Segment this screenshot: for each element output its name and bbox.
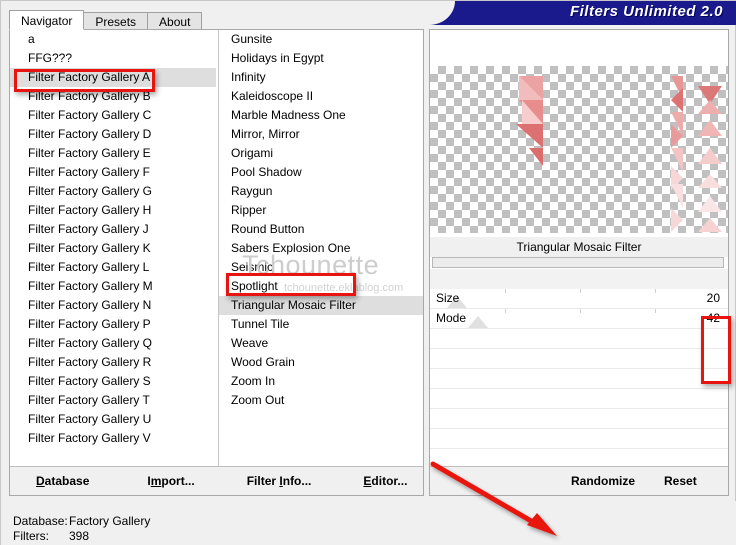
slider-row-mode[interactable]: Mode 42	[430, 309, 728, 329]
list-item[interactable]: Holidays in Egypt	[219, 49, 423, 68]
import-button[interactable]: Import...	[147, 474, 194, 488]
list-item[interactable]: Filter Factory Gallery F	[10, 163, 216, 182]
list-item[interactable]: Filter Factory Gallery T	[10, 391, 216, 410]
tab-navigator[interactable]: Navigator	[9, 10, 85, 30]
list-item[interactable]: Filter Factory Gallery N	[10, 296, 216, 315]
list-item[interactable]: Filter Factory Gallery K	[10, 239, 216, 258]
list-item[interactable]: Wood Grain	[219, 353, 423, 372]
list-item[interactable]: Filter Factory Gallery G	[10, 182, 216, 201]
list-item[interactable]: Mirror, Mirror	[219, 125, 423, 144]
app-title: Filters Unlimited 2.0	[569, 3, 723, 20]
category-list[interactable]: a FFG??? Filter Factory Gallery A Filter…	[10, 30, 216, 467]
navigator-action-row: Database Import... Filter Info... Editor…	[10, 466, 423, 495]
list-item[interactable]: Filter Factory Gallery P	[10, 315, 216, 334]
list-item[interactable]: Filter Factory Gallery B	[10, 87, 216, 106]
slider-value-size: 20	[706, 291, 720, 305]
slider-tick	[580, 289, 581, 293]
list-item[interactable]: Filter Factory Gallery V	[10, 429, 216, 448]
list-item[interactable]: Zoom In	[219, 372, 423, 391]
database-status-label: Database:	[13, 514, 68, 528]
filter-settings-panel: Triangular Mosaic Filter Size 20 Mode 42	[429, 29, 729, 496]
list-item[interactable]: Spotlight	[219, 277, 423, 296]
list-item-selected-category[interactable]: Filter Factory Gallery A	[10, 68, 216, 87]
slider-row-empty[interactable]	[430, 409, 728, 429]
list-item[interactable]: Ripper	[219, 201, 423, 220]
database-button[interactable]: Database	[36, 474, 89, 488]
list-item-selected-filter[interactable]: Triangular Mosaic Filter	[219, 296, 423, 315]
filter-preview[interactable]	[430, 66, 728, 233]
filter-info-button[interactable]: Filter Info...	[247, 474, 312, 488]
navigator-panel: a FFG??? Filter Factory Gallery A Filter…	[9, 29, 424, 496]
slider-row-empty[interactable]	[430, 349, 728, 369]
list-item[interactable]: Seismic	[219, 258, 423, 277]
list-item[interactable]: Filter Factory Gallery S	[10, 372, 216, 391]
list-item[interactable]: Filter Factory Gallery C	[10, 106, 216, 125]
tab-about[interactable]: About	[147, 12, 203, 30]
list-item[interactable]: FFG???	[10, 49, 216, 68]
list-item[interactable]: Infinity	[219, 68, 423, 87]
list-item[interactable]: Pool Shadow	[219, 163, 423, 182]
slider-tick	[655, 289, 656, 293]
slider-label-size: Size	[436, 291, 460, 305]
title-banner: Filters Unlimited 2.0	[429, 1, 736, 25]
slider-row-empty[interactable]	[430, 329, 728, 349]
list-item[interactable]: Filter Factory Gallery H	[10, 201, 216, 220]
list-item[interactable]: Filter Factory Gallery Q	[10, 334, 216, 353]
filter-list[interactable]: Gunsite Holidays in Egypt Infinity Kalei…	[218, 30, 423, 467]
slider-tick	[655, 309, 656, 313]
slider-label-mode: Mode	[436, 311, 467, 325]
list-item[interactable]: a	[10, 30, 216, 49]
reset-button[interactable]: Reset	[664, 474, 697, 488]
filter-action-row: Randomize Reset	[430, 466, 728, 495]
list-item[interactable]: Filter Factory Gallery L	[10, 258, 216, 277]
randomize-button[interactable]: Randomize	[571, 474, 635, 488]
list-item[interactable]: Filter Factory Gallery M	[10, 277, 216, 296]
list-item[interactable]: Filter Factory Gallery R	[10, 353, 216, 372]
slider-tick	[505, 289, 506, 293]
list-item[interactable]: Origami	[219, 144, 423, 163]
list-item[interactable]: Gunsite	[219, 30, 423, 49]
list-item[interactable]: Filter Factory Gallery E	[10, 144, 216, 163]
list-item[interactable]: Filter Factory Gallery J	[10, 220, 216, 239]
settings-spacer	[430, 269, 728, 289]
list-item[interactable]: Round Button	[219, 220, 423, 239]
list-item[interactable]: Sabers Explosion One	[219, 239, 423, 258]
list-item[interactable]: Tunnel Tile	[219, 315, 423, 334]
slider-tick	[580, 309, 581, 313]
list-item[interactable]: Filter Factory Gallery U	[10, 410, 216, 429]
slider-value-mode: 42	[706, 311, 720, 325]
slider-thumb-mode[interactable]	[468, 316, 488, 328]
editor-button[interactable]: Editor...	[363, 474, 407, 488]
slider-row-size[interactable]: Size 20	[430, 289, 728, 309]
status-footer: Database: Factory Gallery Filters: 398 A…	[1, 501, 736, 545]
slider-row-empty[interactable]	[430, 429, 728, 449]
filters-count-label: Filters:	[13, 529, 49, 543]
tab-presets[interactable]: Presets	[83, 12, 149, 30]
list-item[interactable]: Zoom Out	[219, 391, 423, 410]
filter-name-label: Triangular Mosaic Filter	[430, 237, 728, 257]
slider-row-empty[interactable]	[430, 369, 728, 389]
filters-unlimited-window: Filters Unlimited 2.0 Navigator Presets …	[0, 0, 736, 545]
list-item[interactable]: Raygun	[219, 182, 423, 201]
list-item[interactable]: Kaleidoscope II	[219, 87, 423, 106]
list-item[interactable]: Marble Madness One	[219, 106, 423, 125]
slider-row-empty[interactable]	[430, 389, 728, 409]
filters-count-value: 398	[69, 529, 90, 543]
database-status-value: Factory Gallery	[69, 514, 151, 528]
tab-strip: Navigator Presets About	[9, 10, 203, 30]
list-item[interactable]: Filter Factory Gallery D	[10, 125, 216, 144]
list-item[interactable]: Weave	[219, 334, 423, 353]
preview-scrollbar[interactable]	[432, 257, 724, 268]
slider-tick	[505, 309, 506, 313]
preview-image	[516, 76, 722, 232]
